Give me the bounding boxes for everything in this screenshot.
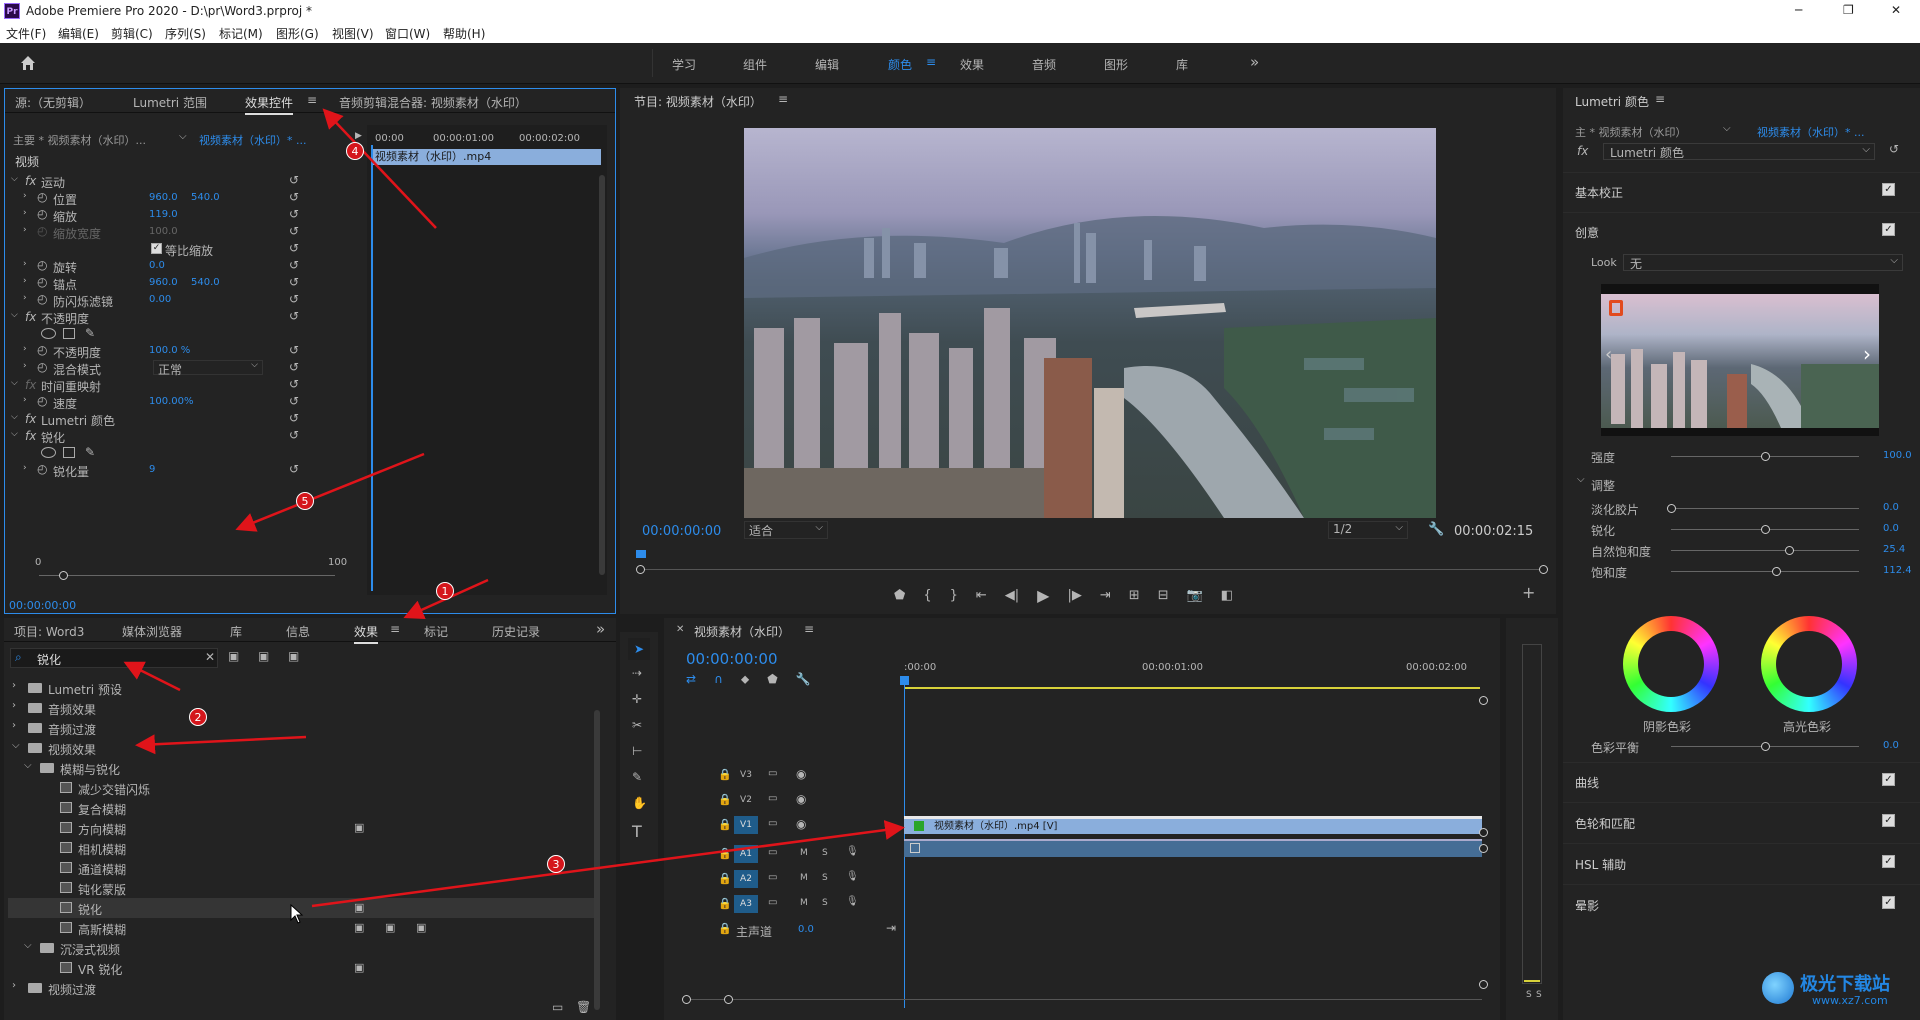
annotation-arrow xyxy=(123,661,181,692)
watermark-url: www.xz7.com xyxy=(1812,994,1888,1007)
annotation-arrow xyxy=(135,734,307,755)
annotation-badge: 5 xyxy=(296,492,314,510)
annotation-arrow xyxy=(322,108,437,229)
annotation-badge: 4 xyxy=(346,142,364,160)
mouse-cursor-icon xyxy=(290,904,304,924)
annotation-badge: 2 xyxy=(189,708,207,726)
annotation-badge: 3 xyxy=(547,855,565,873)
watermark-logo-icon xyxy=(1762,972,1794,1004)
watermark-name: 极光下载站 xyxy=(1800,974,1890,995)
annotation-layer xyxy=(123,108,905,908)
watermark: 极光下载站 www.xz7.com xyxy=(1762,968,1916,1016)
annotation-arrow xyxy=(311,820,905,908)
annotation-badge: 1 xyxy=(436,582,454,600)
annotation-arrow xyxy=(235,452,425,532)
